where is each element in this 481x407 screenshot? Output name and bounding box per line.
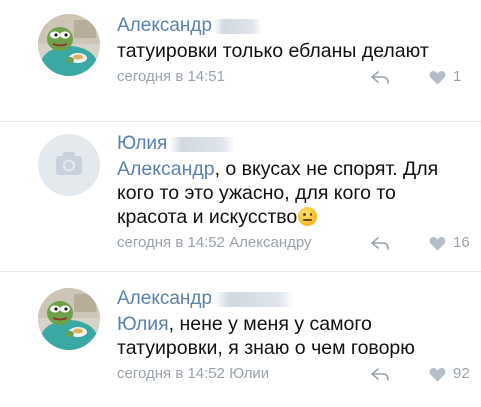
mention-link[interactable]: Александр <box>117 158 215 180</box>
heart-icon <box>429 368 446 382</box>
avatar[interactable] <box>38 14 100 76</box>
reply-icon[interactable] <box>371 368 389 381</box>
comment-item: Александр татуировки только ебланы делаю… <box>0 0 481 121</box>
heart-icon <box>429 71 446 85</box>
redacted-surname <box>169 137 236 153</box>
like-button[interactable]: 16 <box>429 232 479 254</box>
redacted-surname <box>214 19 263 35</box>
comment-time: сегодня в 14:51 <box>117 68 225 85</box>
like-button[interactable]: 1 <box>429 66 479 88</box>
pepe-frog-avatar-icon <box>38 288 100 350</box>
avatar[interactable] <box>38 134 100 196</box>
reply-icon[interactable] <box>371 237 389 250</box>
like-count: 92 <box>453 365 470 382</box>
comment-author[interactable]: Александр <box>117 288 212 309</box>
comment-item: Юлия Александр, о вкусах не спорят. Для … <box>0 121 481 271</box>
comment-text: Юлия, нене у меня у самого татуировки, я… <box>117 313 415 359</box>
camera-placeholder-avatar-icon <box>38 134 100 196</box>
confused-face-emoji-icon <box>298 207 318 226</box>
comment-author[interactable]: Юлия <box>117 133 167 154</box>
like-count: 1 <box>453 68 462 85</box>
comment-text: татуировки только ебланы делают <box>117 40 429 62</box>
like-count: 16 <box>453 234 470 251</box>
reply-to-name[interactable]: Александру <box>229 234 311 251</box>
reply-icon[interactable] <box>371 71 389 84</box>
comment-time: сегодня в 14:52 Александру <box>117 234 312 251</box>
like-button[interactable]: 92 <box>429 363 479 385</box>
comment-time: сегодня в 14:52 Юлии <box>117 365 270 382</box>
redacted-surname <box>214 292 295 308</box>
pepe-frog-avatar-icon <box>38 14 100 76</box>
avatar[interactable] <box>38 288 100 350</box>
comment-text: Александр, о вкусах не спорят. Для кого … <box>117 158 439 228</box>
heart-icon <box>429 237 446 251</box>
reply-to-name[interactable]: Юлии <box>229 365 269 382</box>
comment-author[interactable]: Александр <box>117 15 212 36</box>
mention-link[interactable]: Юлия <box>117 313 169 335</box>
comment-item: Александр Юлия, нене у меня у самого тат… <box>0 271 481 407</box>
